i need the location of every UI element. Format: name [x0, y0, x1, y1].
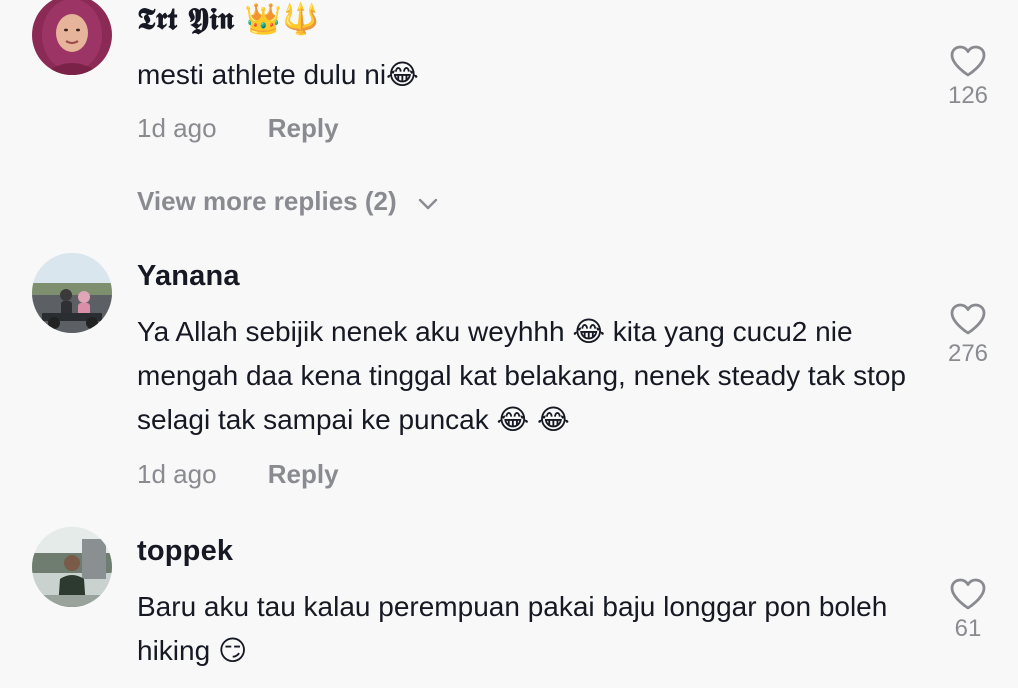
comment-text: mesti athlete dulu ni😂 [137, 59, 419, 90]
like-count: 126 [947, 82, 989, 109]
comment-item: 𝕿𝖗𝖙 𝖄𝖎𝖓 👑🔱 mesti athlete dulu ni😂 1d ago… [0, 0, 1018, 240]
avatar[interactable] [32, 253, 112, 333]
view-more-replies-label: View more replies (2) [137, 186, 397, 216]
heart-outline-icon[interactable] [949, 302, 987, 336]
like-count: 276 [947, 340, 989, 367]
comment-meta: 1d ago Reply [137, 113, 339, 144]
view-more-replies-button[interactable]: View more replies (2) [137, 186, 438, 217]
username[interactable]: Yanana [137, 260, 240, 293]
comment-meta: 1d ago Reply [137, 459, 339, 490]
like-button[interactable]: 61 [935, 577, 1001, 643]
username[interactable]: 𝕿𝖗𝖙 𝖄𝖎𝖓 👑🔱 [137, 2, 320, 37]
comment-item: Yanana Ya Allah sebijik nenek aku weyhhh… [0, 250, 1018, 520]
chevron-down-icon [418, 186, 438, 217]
comment-timestamp: 1d ago [137, 113, 217, 143]
like-button[interactable]: 276 [935, 302, 1001, 368]
avatar[interactable] [32, 0, 112, 75]
reply-button[interactable]: Reply [268, 459, 339, 489]
avatar[interactable] [32, 527, 112, 607]
heart-outline-icon[interactable] [949, 577, 987, 611]
comment-text: Ya Allah sebijik nenek aku weyhhh 😂 kita… [137, 316, 906, 435]
reply-button[interactable]: Reply [268, 113, 339, 143]
comment-timestamp: 1d ago [137, 459, 217, 489]
like-count: 61 [954, 615, 982, 642]
comment-text: Baru aku tau kalau perempuan pakai baju … [137, 591, 888, 666]
like-button[interactable]: 126 [935, 44, 1001, 110]
comment-item: toppek Baru aku tau kalau perempuan paka… [0, 525, 1018, 688]
heart-outline-icon[interactable] [949, 44, 987, 78]
username[interactable]: toppek [137, 535, 233, 568]
